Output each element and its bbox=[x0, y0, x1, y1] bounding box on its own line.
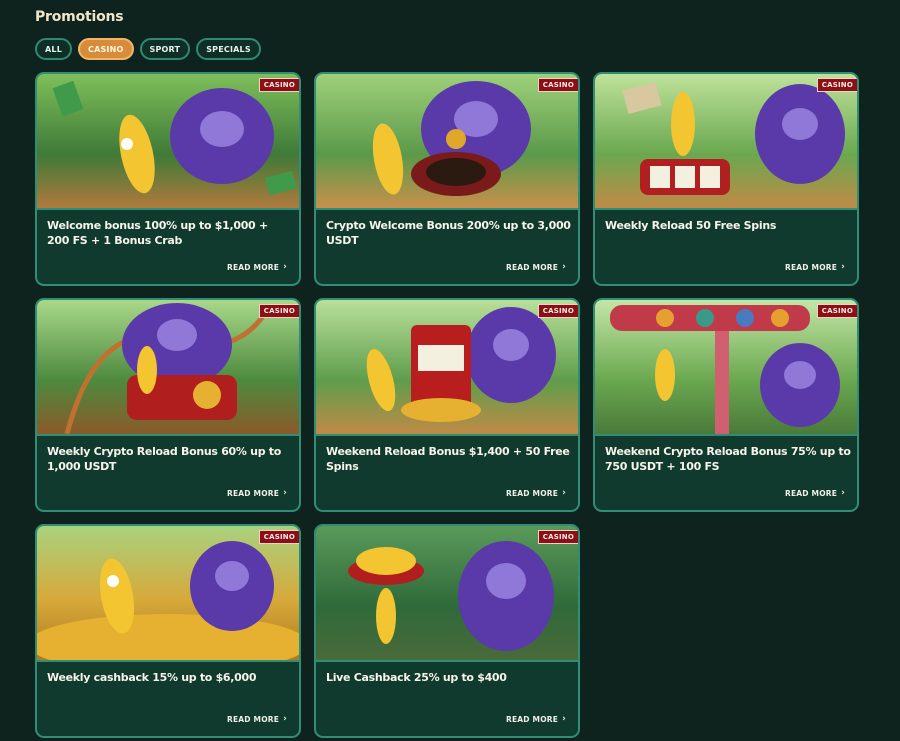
promo-title: Weekly Crypto Reload Bonus 60% up to 1,0… bbox=[47, 445, 282, 473]
chevron-right-icon: › bbox=[283, 262, 287, 272]
card-divider bbox=[316, 434, 578, 436]
read-more-link[interactable]: READ MORE › bbox=[785, 488, 845, 498]
promo-artwork bbox=[595, 300, 857, 434]
promo-filter-bar: ALL CASINO SPORT SPECIALS bbox=[35, 38, 261, 60]
promo-card[interactable]: CASINO Weekend Crypto Reload Bonus 75% u… bbox=[593, 298, 859, 512]
chevron-right-icon: › bbox=[841, 262, 845, 272]
card-divider bbox=[37, 208, 299, 210]
promo-artwork bbox=[316, 300, 578, 434]
read-more-label: READ MORE bbox=[506, 488, 559, 498]
read-more-link[interactable]: READ MORE › bbox=[785, 262, 845, 272]
promo-title: Weekly Reload 50 Free Spins bbox=[605, 219, 777, 232]
card-divider bbox=[37, 660, 299, 662]
page-title: Promotions bbox=[35, 9, 124, 25]
promo-title: Weekly cashback 15% up to $6,000 bbox=[47, 671, 257, 684]
category-tag: CASINO bbox=[816, 304, 857, 318]
promo-artwork bbox=[37, 74, 299, 208]
promo-title: Crypto Welcome Bonus 200% up to 3,000 US… bbox=[326, 219, 571, 247]
read-more-link[interactable]: READ MORE › bbox=[506, 714, 566, 724]
category-tag: CASINO bbox=[258, 304, 299, 318]
card-divider bbox=[37, 434, 299, 436]
promo-card[interactable]: CASINO Weekend Reload Bonus $1,400 + 50 … bbox=[314, 298, 580, 512]
read-more-link[interactable]: READ MORE › bbox=[227, 488, 287, 498]
chevron-right-icon: › bbox=[841, 488, 845, 498]
category-tag: CASINO bbox=[258, 530, 299, 544]
read-more-label: READ MORE bbox=[227, 262, 280, 272]
read-more-label: READ MORE bbox=[506, 714, 559, 724]
filter-sport[interactable]: SPORT bbox=[139, 38, 191, 60]
promo-artwork bbox=[37, 300, 299, 434]
category-tag: CASINO bbox=[537, 78, 578, 92]
read-more-label: READ MORE bbox=[785, 488, 838, 498]
promo-title: Welcome bonus 100% up to $1,000 + 200 FS… bbox=[47, 219, 268, 247]
chevron-right-icon: › bbox=[562, 262, 566, 272]
category-tag: CASINO bbox=[537, 304, 578, 318]
filter-casino[interactable]: CASINO bbox=[78, 38, 134, 60]
promo-card[interactable]: CASINO Welcome bonus 100% up to $1,000 +… bbox=[35, 72, 301, 286]
read-more-label: READ MORE bbox=[506, 262, 559, 272]
read-more-link[interactable]: READ MORE › bbox=[506, 262, 566, 272]
promo-artwork bbox=[316, 526, 578, 660]
promo-artwork bbox=[595, 74, 857, 208]
promo-card[interactable]: CASINO Weekly Reload 50 Free Spins READ … bbox=[593, 72, 859, 286]
promotions-grid: CASINO Welcome bonus 100% up to $1,000 +… bbox=[35, 72, 859, 738]
promo-artwork bbox=[37, 526, 299, 660]
promo-card[interactable]: CASINO Weekly Crypto Reload Bonus 60% up… bbox=[35, 298, 301, 512]
promo-title: Weekend Reload Bonus $1,400 + 50 Free Sp… bbox=[326, 445, 570, 473]
card-divider bbox=[316, 208, 578, 210]
category-tag: CASINO bbox=[258, 78, 299, 92]
read-more-link[interactable]: READ MORE › bbox=[227, 262, 287, 272]
chevron-right-icon: › bbox=[562, 488, 566, 498]
read-more-label: READ MORE bbox=[227, 714, 280, 724]
card-divider bbox=[595, 208, 857, 210]
chevron-right-icon: › bbox=[283, 714, 287, 724]
read-more-link[interactable]: READ MORE › bbox=[227, 714, 287, 724]
card-divider bbox=[316, 660, 578, 662]
promo-artwork bbox=[316, 74, 578, 208]
promo-card[interactable]: CASINO Crypto Welcome Bonus 200% up to 3… bbox=[314, 72, 580, 286]
promo-title: Live Cashback 25% up to $400 bbox=[326, 671, 507, 684]
category-tag: CASINO bbox=[816, 78, 857, 92]
promo-title: Weekend Crypto Reload Bonus 75% up to 75… bbox=[605, 445, 851, 473]
card-divider bbox=[595, 434, 857, 436]
filter-specials[interactable]: SPECIALS bbox=[196, 38, 261, 60]
read-more-link[interactable]: READ MORE › bbox=[506, 488, 566, 498]
filter-all[interactable]: ALL bbox=[35, 38, 72, 60]
category-tag: CASINO bbox=[537, 530, 578, 544]
chevron-right-icon: › bbox=[562, 714, 566, 724]
promo-card[interactable]: CASINO Live Cashback 25% up to $400 READ… bbox=[314, 524, 580, 738]
chevron-right-icon: › bbox=[283, 488, 287, 498]
promo-card[interactable]: CASINO Weekly cashback 15% up to $6,000 … bbox=[35, 524, 301, 738]
read-more-label: READ MORE bbox=[227, 488, 280, 498]
read-more-label: READ MORE bbox=[785, 262, 838, 272]
